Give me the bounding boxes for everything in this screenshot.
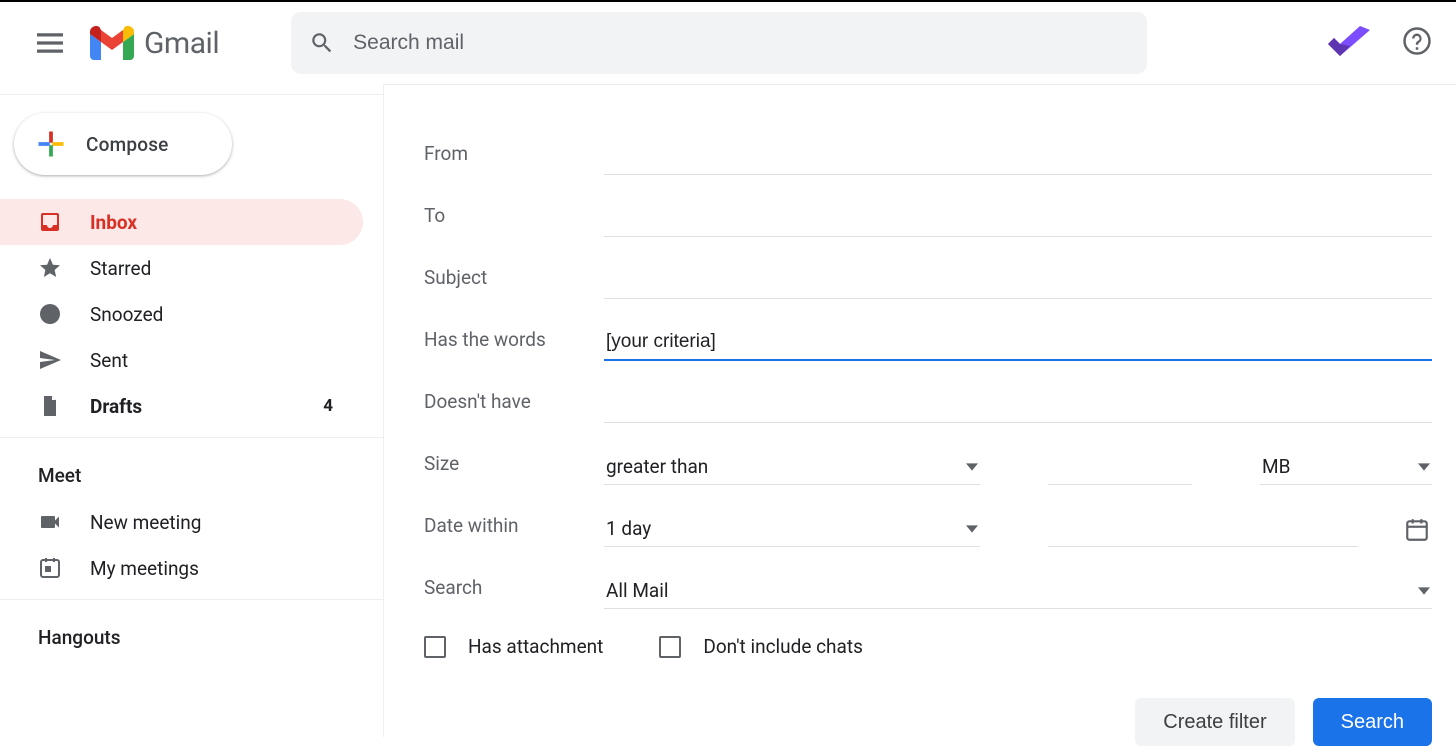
- meet-item-label: New meeting: [90, 511, 201, 534]
- from-input[interactable]: [604, 140, 1432, 175]
- search-input[interactable]: [353, 31, 1129, 55]
- sidebar-item-label: Snoozed: [90, 303, 333, 326]
- tasks-badge[interactable]: [1326, 20, 1372, 66]
- checkmark-icon: [1326, 26, 1372, 60]
- sidebar-item-inbox[interactable]: Inbox: [0, 199, 363, 245]
- sidebar-item-sent[interactable]: Sent: [0, 337, 363, 383]
- has-words-label: Has the words: [424, 328, 604, 361]
- star-icon: [38, 256, 62, 280]
- to-input[interactable]: [604, 202, 1432, 237]
- sidebar-item-label: Sent: [90, 349, 333, 372]
- has-attachment-checkbox[interactable]: Has attachment: [424, 635, 603, 658]
- help-button[interactable]: [1402, 26, 1432, 60]
- drafts-count: 4: [323, 396, 333, 416]
- search-box[interactable]: [291, 12, 1147, 74]
- main-menu-button[interactable]: [26, 19, 74, 67]
- doesnt-have-input[interactable]: [604, 388, 1432, 423]
- gmail-logo-icon: [90, 26, 134, 60]
- has-words-input[interactable]: [604, 325, 1432, 361]
- search-icon: [309, 30, 335, 56]
- meet-item-label: My meetings: [90, 557, 199, 580]
- gmail-logo[interactable]: Gmail: [90, 26, 219, 61]
- date-picker-button[interactable]: [1402, 517, 1432, 547]
- gmail-wordmark: Gmail: [144, 26, 219, 61]
- subject-label: Subject: [424, 266, 604, 299]
- date-within-label: Date within: [424, 514, 604, 547]
- app-header: Gmail: [0, 2, 1456, 84]
- exclude-chats-checkbox[interactable]: Don't include chats: [659, 635, 863, 658]
- send-icon: [38, 348, 62, 372]
- menu-icon: [37, 33, 63, 53]
- sidebar-item-label: Inbox: [90, 211, 333, 234]
- subject-input[interactable]: [604, 264, 1432, 299]
- video-icon: [38, 510, 62, 534]
- chevron-down-icon: [1418, 461, 1430, 473]
- meet-my-meetings[interactable]: My meetings: [0, 545, 383, 591]
- from-label: From: [424, 142, 604, 175]
- checkbox-icon: [659, 636, 681, 658]
- meet-section-header: Meet: [0, 456, 383, 499]
- calendar-icon: [1404, 517, 1430, 543]
- compose-label: Compose: [86, 133, 169, 156]
- hangouts-section-header: Hangouts: [0, 618, 383, 661]
- meet-new-meeting[interactable]: New meeting: [0, 499, 383, 545]
- size-label: Size: [424, 452, 604, 485]
- help-icon: [1402, 26, 1432, 56]
- chevron-down-icon: [1418, 585, 1430, 597]
- search-in-select[interactable]: All Mail: [604, 573, 1432, 609]
- sidebar: Compose Inbox Starred Snoozed Sent Draft…: [0, 84, 384, 737]
- sidebar-item-label: Starred: [90, 257, 333, 280]
- advanced-search-panel: From To Subject Has the words Doesn't ha…: [384, 84, 1456, 737]
- compose-button[interactable]: Compose: [14, 113, 232, 175]
- doesnt-have-label: Doesn't have: [424, 390, 604, 423]
- to-label: To: [424, 204, 604, 237]
- sidebar-item-starred[interactable]: Starred: [0, 245, 363, 291]
- sidebar-item-snoozed[interactable]: Snoozed: [0, 291, 363, 337]
- size-unit-select[interactable]: MB: [1260, 449, 1432, 485]
- inbox-icon: [38, 210, 62, 234]
- calendar-box-icon: [38, 556, 62, 580]
- checkbox-icon: [424, 636, 446, 658]
- sidebar-item-drafts[interactable]: Drafts 4: [0, 383, 363, 429]
- plus-icon: [36, 129, 66, 159]
- file-icon: [38, 394, 62, 418]
- clock-icon: [38, 302, 62, 326]
- size-operator-select[interactable]: greater than: [604, 449, 980, 485]
- chevron-down-icon: [966, 523, 978, 535]
- sidebar-item-label: Drafts: [90, 395, 295, 418]
- chevron-down-icon: [966, 461, 978, 473]
- date-range-select[interactable]: 1 day: [604, 511, 980, 547]
- date-value-input[interactable]: [1048, 512, 1358, 547]
- size-value-input[interactable]: [1048, 450, 1192, 485]
- search-in-label: Search: [424, 576, 604, 609]
